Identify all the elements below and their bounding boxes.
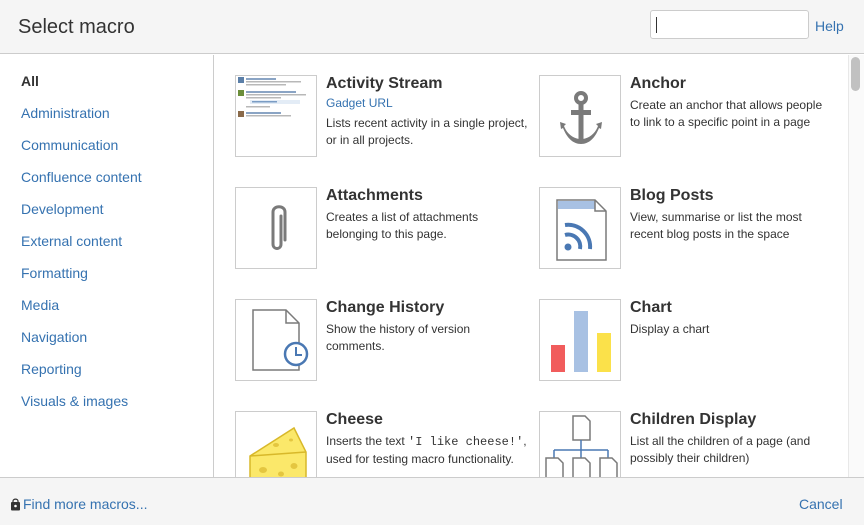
category-media[interactable]: Media [21,297,59,313]
document-clock-icon [235,299,317,381]
scrollbar-thumb[interactable] [851,57,860,91]
category-external-content[interactable]: External content [21,233,122,249]
category-visuals-images[interactable]: Visuals & images [21,393,128,409]
macro-blog-posts[interactable]: Blog Posts View, summarise or list the m… [539,187,839,287]
macro-name: Cheese [326,411,383,428]
bar-chart-icon [539,299,621,381]
macro-children-display[interactable]: Children Display List all the children o… [539,411,839,477]
macro-attachments[interactable]: Attachments Creates a list of attachment… [235,187,535,287]
category-all[interactable]: All [21,73,39,89]
macro-description: Display a chart [630,322,710,336]
macro-name: Children Display [630,411,757,428]
find-more-macros-link[interactable]: Find more macros... [10,496,147,512]
rss-document-icon [539,187,621,269]
macro-description: View, summarise or list the most recent … [630,210,802,241]
find-more-macros-label: Find more macros... [23,496,148,512]
activity-stream-thumbnail [235,75,317,157]
dialog-footer: Find more macros... Cancel [0,477,864,525]
dialog-title: Select macro [18,16,135,38]
category-navigation[interactable]: Navigation [21,329,87,345]
description-code: 'I like cheese!' [408,435,524,449]
macro-name: Attachments [326,187,423,204]
macro-chart[interactable]: Chart Display a chart [539,299,839,399]
category-development[interactable]: Development [21,201,104,217]
paperclip-icon [235,187,317,269]
macro-name: Activity Stream [326,75,443,92]
macro-search-input[interactable] [650,10,809,39]
macro-description: Inserts the text 'I like cheese!', used … [326,433,531,468]
macro-list: Activity Stream Gadget URL Lists recent … [215,55,848,477]
macro-name: Chart [630,299,672,316]
cancel-button[interactable]: Cancel [799,496,843,512]
cheese-icon [235,411,317,477]
category-confluence-content[interactable]: Confluence content [21,169,142,185]
shopping-bag-icon [11,498,20,511]
macro-activity-stream[interactable]: Activity Stream Gadget URL Lists recent … [235,75,535,175]
scrollbar-track[interactable] [848,55,864,477]
category-formatting[interactable]: Formatting [21,265,88,281]
macro-description: Creates a list of attachments belonging … [326,210,479,241]
category-communication[interactable]: Communication [21,137,118,153]
anchor-icon [539,75,621,157]
text-cursor [656,17,657,33]
macro-anchor[interactable]: Anchor Create an anchor that allows peop… [539,75,839,175]
macro-description: Create an anchor that allows people to l… [630,98,823,129]
macro-cheese[interactable]: Cheese Inserts the text 'I like cheese!'… [235,411,535,477]
dialog-header: Select macro Help [0,0,864,54]
page-tree-icon [539,411,621,477]
category-reporting[interactable]: Reporting [21,361,82,377]
description-prefix: Inserts the text [326,434,409,448]
category-administration[interactable]: Administration [21,105,110,121]
macro-description: Lists recent activity in a single projec… [326,116,528,147]
macro-name: Change History [326,299,445,316]
macro-description: List all the children of a page (and pos… [630,434,811,465]
macro-name: Anchor [630,75,686,92]
macro-name: Blog Posts [630,187,714,204]
macro-subtitle-link[interactable]: Gadget URL [326,96,393,110]
macro-change-history[interactable]: Change History Show the history of versi… [235,299,535,399]
help-link[interactable]: Help [815,18,844,34]
category-sidebar: All Administration Communication Conflue… [0,55,214,477]
macro-description: Show the history of version comments. [326,322,471,353]
